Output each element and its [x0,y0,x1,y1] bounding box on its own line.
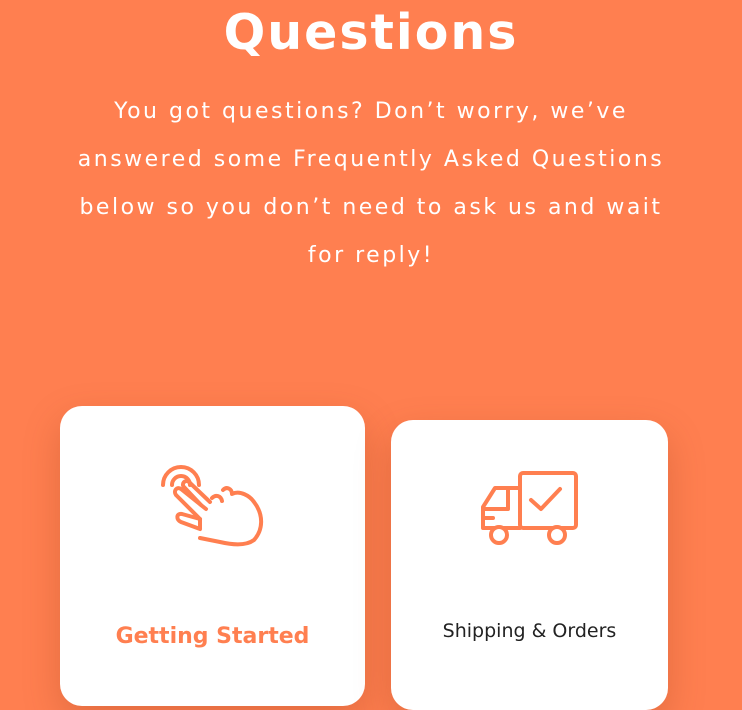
category-card-shipping-orders[interactable]: Shipping & Orders [391,420,668,710]
delivery-truck-icon [391,466,668,550]
hand-pointer-icon [60,458,365,550]
page-subtitle: You got questions? Don’t worry, we’ve an… [77,99,665,268]
category-card-getting-started[interactable]: Getting Started [60,406,365,706]
page-title: Questions [223,4,519,61]
card-label-shipping-orders: Shipping & Orders [442,620,617,642]
card-label-getting-started: Getting Started [115,624,310,649]
